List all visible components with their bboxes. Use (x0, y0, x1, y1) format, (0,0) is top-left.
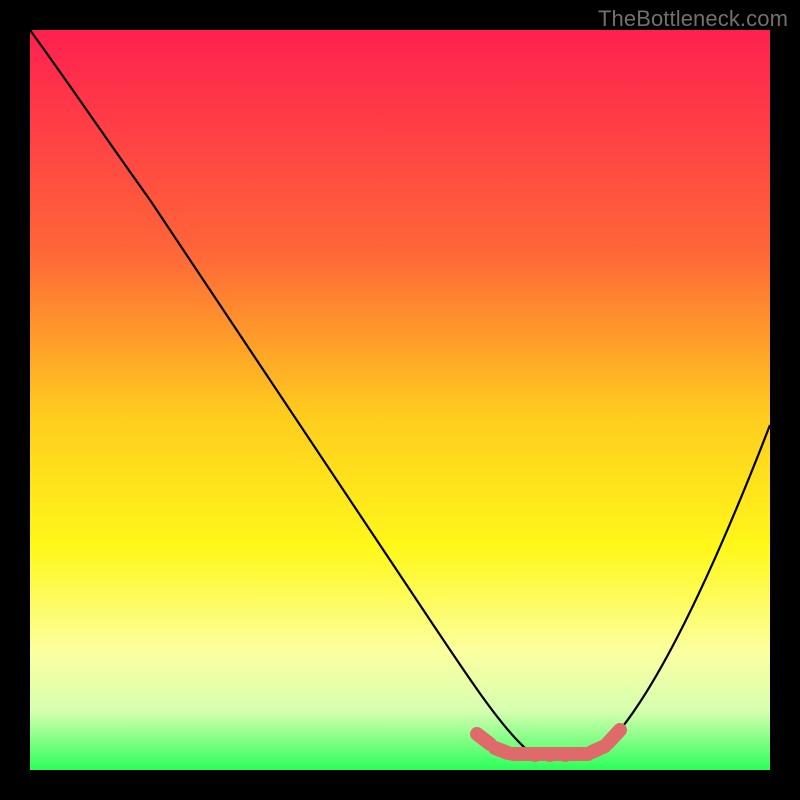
chart-svg (30, 30, 770, 770)
gradient-background (30, 30, 770, 770)
plot-area (30, 30, 770, 770)
chart-frame: TheBottleneck.com (0, 0, 800, 800)
watermark-text: TheBottleneck.com (598, 6, 788, 32)
